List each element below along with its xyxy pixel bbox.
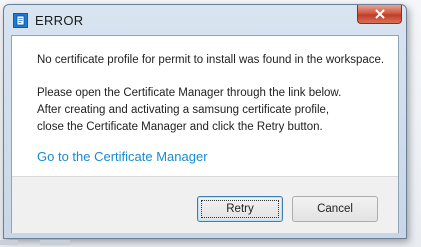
desktop-remnant	[40, 240, 70, 245]
button-footer: Retry Cancel	[12, 177, 398, 233]
retry-button-label: Retry	[226, 203, 254, 215]
cancel-button[interactable]: Cancel	[292, 196, 378, 222]
instruction-line-1: Please open the Certificate Manager thro…	[37, 87, 342, 99]
dialog-content: No certificate profile for permit to ins…	[11, 35, 399, 233]
dialog-app-icon	[13, 13, 28, 28]
close-icon	[375, 9, 385, 19]
error-message: No certificate profile for permit to ins…	[37, 54, 385, 66]
instruction-line-3: close the Certificate Manager and click …	[37, 121, 323, 133]
title-bar[interactable]: ERROR	[4, 5, 406, 35]
window-title: ERROR	[35, 13, 84, 28]
certificate-manager-link[interactable]: Go to the Certificate Manager	[37, 149, 208, 164]
retry-button[interactable]: Retry	[197, 196, 283, 222]
error-dialog-window: ERROR No certificate profile for permit …	[3, 4, 407, 239]
desktop-background: ERROR No certificate profile for permit …	[0, 0, 421, 247]
desktop-remnant	[0, 240, 18, 245]
cancel-button-label: Cancel	[317, 203, 353, 215]
close-button[interactable]	[357, 5, 402, 24]
instruction-line-2: After creating and activating a samsung …	[37, 104, 330, 116]
